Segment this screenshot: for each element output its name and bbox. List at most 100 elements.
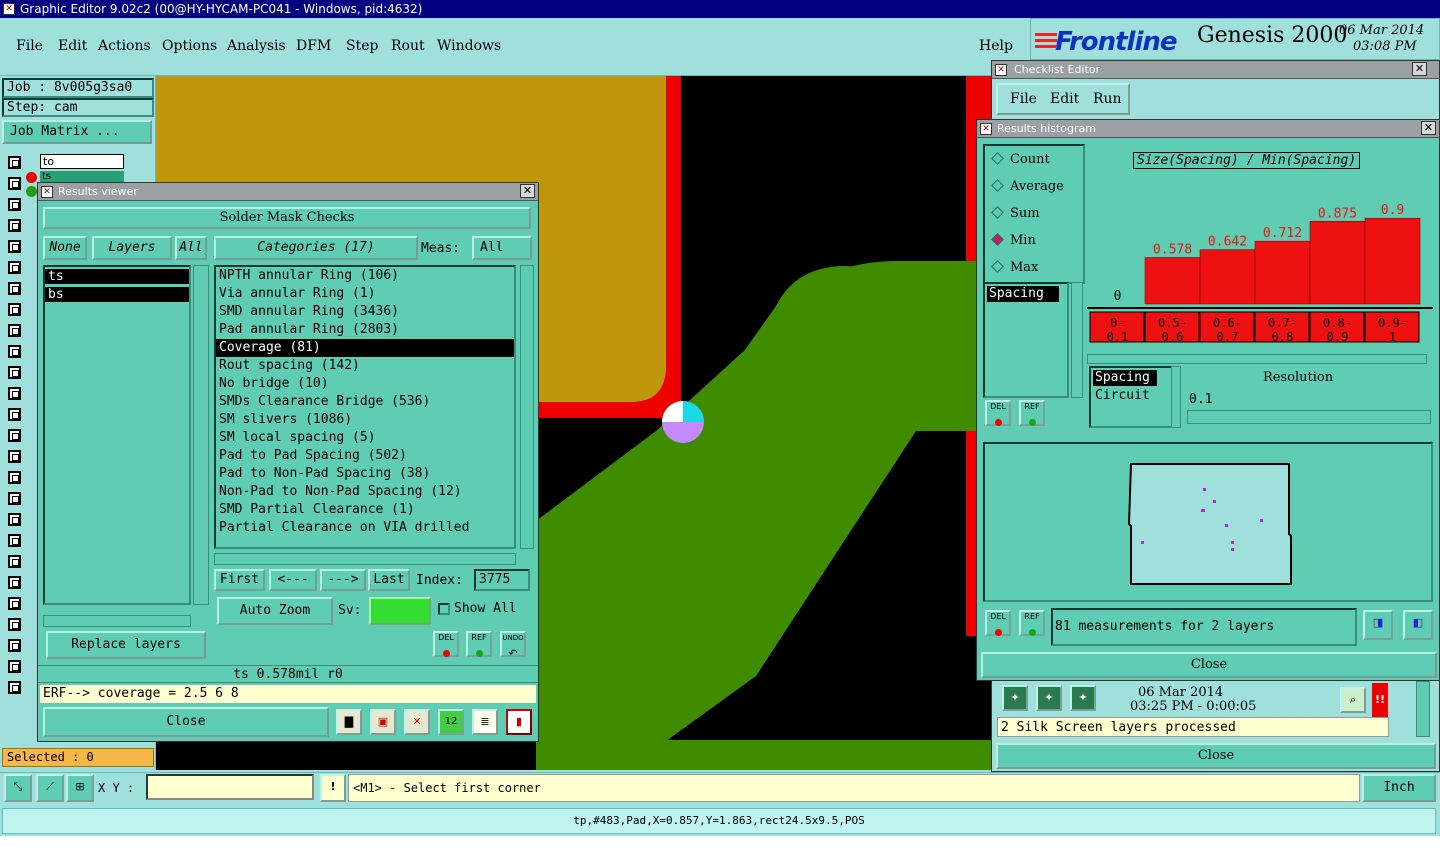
chart-hscrollbar[interactable] [1087,354,1427,364]
layer-visibility-checkbox[interactable] [8,639,21,652]
grid-icon[interactable]: ⊞ [66,774,94,802]
category-item[interactable]: Coverage (81) [216,339,514,357]
histogram-icon[interactable]: ▮ [506,709,532,735]
hist-option-count[interactable]: Count [989,152,1050,172]
index-input[interactable]: 3775 [474,569,530,591]
xy-input[interactable] [146,774,314,800]
menu-analysis[interactable]: Analysis [227,38,286,54]
checklist-menu-run[interactable]: Run [1093,91,1122,107]
layer-visibility-checkbox[interactable] [8,282,21,295]
category-item[interactable]: SMD Partial Clearance (1) [216,501,514,519]
category-item[interactable]: Via annular Ring (1) [216,285,514,303]
layer-visibility-checkbox[interactable] [8,240,21,253]
layer-visibility-checkbox[interactable] [8,576,21,589]
ref-button[interactable]: REF [466,631,492,657]
type-item-circuit[interactable]: Circuit [1093,388,1169,404]
results-close-button[interactable]: Close [43,707,329,737]
zoom-to-results-icon[interactable]: ◨ [1363,610,1393,640]
category-item[interactable]: SM slivers (1086) [216,411,514,429]
hist-option-min[interactable]: Min [989,233,1036,253]
last-button[interactable]: Last [368,569,410,591]
category-item[interactable]: Partial Clearance on VIA drilled [216,519,514,537]
none-layers-button[interactable]: None [43,236,87,260]
hist-del-button[interactable]: DEL [985,400,1011,426]
categories-vscrollbar[interactable] [520,265,534,549]
layers-hscrollbar[interactable] [43,615,191,627]
layer-visibility-checkbox[interactable] [8,660,21,673]
checklist-menu-edit[interactable]: Edit [1050,91,1079,107]
alert-bang-icon[interactable]: ! [320,774,346,802]
list-icon[interactable]: ≣ [472,709,498,735]
layer-visibility-checkbox[interactable] [8,387,21,400]
graph-icon[interactable]: ▇ [336,709,362,735]
type-item-spacing[interactable]: Spacing [1093,370,1157,386]
meas-dropdown[interactable]: All [472,236,532,260]
category-item[interactable]: NPTH annular Ring (106) [216,267,514,285]
alert-icon[interactable]: !! [1372,683,1388,717]
layer-visibility-checkbox[interactable] [8,618,21,631]
resolution-slider[interactable] [1187,410,1431,424]
menu-file[interactable]: File [16,38,43,54]
auto-zoom-dropdown[interactable]: Auto Zoom [217,597,333,625]
layer-visibility-checkbox[interactable] [8,492,21,505]
menu-edit[interactable]: Edit [58,38,87,54]
measure-icon[interactable]: ⟋ [36,774,64,802]
layer-row-to[interactable]: to [40,154,124,169]
histogram-close-button[interactable]: Close [981,652,1437,678]
layer-visibility-checkbox[interactable] [8,345,21,358]
menu-dfm[interactable]: DFM [296,38,331,54]
hist-ref-button[interactable]: REF [1019,400,1045,426]
category-item[interactable]: SMD annular Ring (3436) [216,303,514,321]
replace-layers-dropdown[interactable]: Replace layers [46,631,206,659]
count-icon[interactable]: 12 [438,709,464,735]
layer-visibility-checkbox[interactable] [8,198,21,211]
zoom-icon[interactable]: ⌕ [1340,687,1366,713]
type-scrollbar[interactable] [1171,366,1181,428]
checklist-menu-file[interactable]: File [1010,91,1037,107]
next-button[interactable]: ---> [320,569,366,591]
run-icon-3[interactable]: ✦ [1070,685,1096,711]
layer-visibility-checkbox[interactable] [8,597,21,610]
layer-visibility-checkbox[interactable] [8,366,21,379]
all-layers-button[interactable]: All [175,236,207,260]
layer-visibility-checkbox[interactable] [8,534,21,547]
close-icon[interactable]: ✕ [520,184,535,198]
menu-help[interactable]: Help [979,38,1013,54]
erf-disabled-icon[interactable]: ✕ [404,709,430,735]
layer-visibility-checkbox[interactable] [8,156,21,169]
layers-vscrollbar[interactable] [193,265,209,605]
show-all-checkbox[interactable] [438,603,450,615]
close-icon[interactable]: ✕ [1421,121,1436,135]
category-item[interactable]: Pad annular Ring (2803) [216,321,514,339]
job-matrix-button[interactable]: Job Matrix ... [2,120,152,144]
menu-rout[interactable]: Rout [391,38,425,54]
category-item[interactable]: Rout spacing (142) [216,357,514,375]
preview-del-button[interactable]: DEL [985,610,1011,636]
layer-visibility-checkbox[interactable] [8,471,21,484]
layer-visibility-checkbox[interactable] [8,450,21,463]
monitor-scrollbar[interactable] [1416,681,1430,737]
menu-actions[interactable]: Actions [98,38,151,54]
hist-option-sum[interactable]: Sum [989,206,1040,226]
hist-option-max[interactable]: Max [989,260,1038,280]
menu-options[interactable]: Options [162,38,217,54]
layer-visibility-checkbox[interactable] [8,681,21,694]
category-item[interactable]: Non-Pad to Non-Pad Spacing (12) [216,483,514,501]
prev-button[interactable]: <--- [269,569,317,591]
layer-visibility-checkbox[interactable] [8,177,21,190]
export-results-icon[interactable]: ◧ [1403,610,1433,640]
units-dropdown[interactable]: Inch [1362,774,1436,802]
layer-item-bs[interactable]: bs [45,287,189,302]
layer-visibility-checkbox[interactable] [8,219,21,232]
layer-visibility-checkbox[interactable] [8,408,21,421]
categories-hscrollbar[interactable] [214,553,516,565]
checklist-close-button[interactable]: Close [996,743,1436,769]
layer-item-ts[interactable]: ts [45,269,189,284]
measure-item-spacing[interactable]: Spacing [987,286,1059,302]
layer-visibility-checkbox[interactable] [8,303,21,316]
category-item[interactable]: Pad to Non-Pad Spacing (38) [216,465,514,483]
report-icon[interactable]: ▣ [370,709,396,735]
menu-step[interactable]: Step [346,38,378,54]
layer-visibility-checkbox[interactable] [8,513,21,526]
run-icon-2[interactable]: ✦ [1036,685,1062,711]
